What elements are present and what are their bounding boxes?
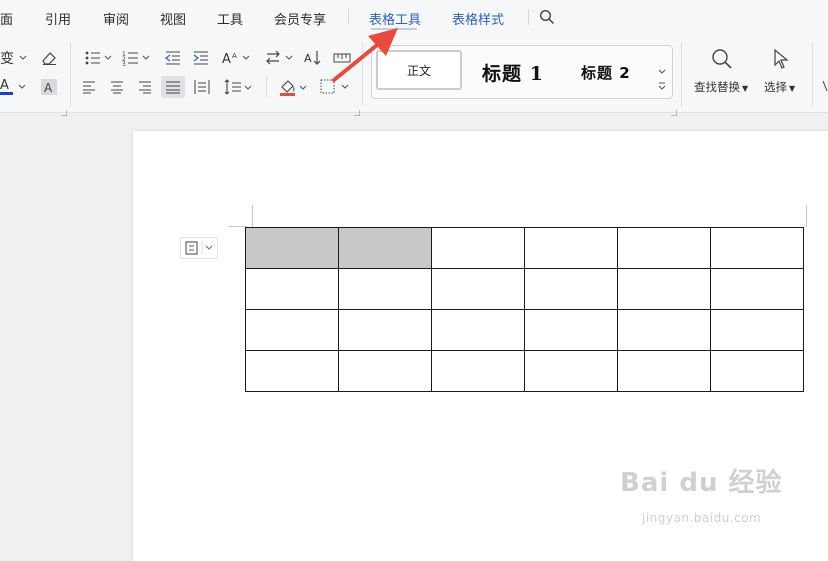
search-icon[interactable] — [539, 9, 555, 25]
table-cell[interactable] — [524, 350, 618, 392]
svg-text:3: 3 — [122, 61, 126, 66]
chevron-down-icon: ▼ — [789, 84, 796, 93]
table-cell[interactable] — [245, 268, 339, 310]
text-direction-icon[interactable] — [265, 49, 295, 67]
find-replace-icon[interactable] — [711, 48, 733, 70]
table-cell[interactable] — [524, 268, 618, 310]
tab-review[interactable]: 审阅 — [103, 9, 129, 28]
change-case-icon[interactable]: AA — [222, 49, 252, 67]
table-row — [245, 309, 804, 351]
margin-corner-mark — [252, 205, 253, 227]
align-right-icon[interactable] — [138, 80, 152, 94]
table-cell[interactable] — [338, 227, 432, 269]
table-cell[interactable] — [338, 350, 432, 392]
table-cell[interactable] — [245, 350, 339, 392]
shading-icon[interactable] — [279, 78, 309, 96]
ribbon-separator — [681, 42, 682, 106]
decrease-indent-icon[interactable] — [165, 50, 181, 66]
phonetic-guide-icon[interactable]: 变 — [0, 49, 28, 67]
table-cell[interactable] — [431, 227, 525, 269]
tab-tools[interactable]: 工具 — [217, 9, 243, 28]
increase-indent-icon[interactable] — [193, 50, 209, 66]
table-cell[interactable] — [617, 268, 711, 310]
table-cell[interactable] — [524, 227, 618, 269]
align-left-icon[interactable] — [82, 80, 96, 94]
svg-text:A: A — [44, 81, 53, 95]
table-cell[interactable] — [338, 309, 432, 351]
select-label: 选择 — [764, 80, 787, 94]
select-cursor-icon[interactable] — [771, 48, 793, 70]
bullet-list-icon[interactable] — [84, 50, 114, 66]
distributed-align-icon[interactable] — [194, 79, 210, 95]
styles-group-launcher-icon[interactable] — [671, 101, 678, 117]
ribbon-separator — [266, 76, 267, 98]
align-center-icon[interactable] — [110, 80, 124, 94]
ribbon-tab-bar: 面 引用 审阅 视图 工具 会员专享 表格工具 表格样式 — [0, 0, 828, 36]
table-row — [245, 268, 804, 310]
watermark-url: jingyan.baidu.com — [642, 511, 762, 525]
table-cell[interactable] — [617, 227, 711, 269]
table-cell[interactable] — [710, 227, 804, 269]
svg-text:A: A — [304, 52, 312, 65]
ribbon-separator — [70, 42, 71, 106]
table-cell[interactable] — [710, 309, 804, 351]
tab-view[interactable]: 视图 — [160, 9, 186, 28]
justify-icon — [166, 81, 180, 94]
table-cell[interactable] — [710, 350, 804, 392]
margin-corner-mark — [806, 205, 807, 227]
char-shading-icon[interactable]: A — [40, 78, 58, 96]
table-cell[interactable] — [431, 309, 525, 351]
tab-references[interactable]: 引用 — [45, 9, 71, 28]
overflow-tool-icon[interactable] — [822, 80, 828, 92]
table-row — [245, 350, 804, 392]
table-cell[interactable] — [431, 350, 525, 392]
style-heading-1[interactable]: 标题 1 — [482, 59, 544, 86]
table-cell[interactable] — [710, 268, 804, 310]
watermark-logo-text: Bai du 经验 — [620, 468, 783, 498]
table-cell[interactable] — [617, 309, 711, 351]
svg-text:A: A — [232, 52, 237, 60]
table-handle[interactable] — [180, 237, 218, 259]
annotation-arrow-icon — [332, 28, 398, 82]
baidu-watermark: Bai du 经验 jingyan.baidu.com — [620, 462, 783, 525]
document-table[interactable] — [245, 227, 804, 392]
style-heading-2[interactable]: 标题 2 — [581, 62, 631, 83]
justify-button[interactable] — [161, 76, 185, 98]
svg-text:A: A — [222, 52, 231, 67]
svg-text:变: 变 — [0, 51, 14, 67]
select-button[interactable]: 选择 ▼ — [764, 79, 795, 95]
tab-separator — [528, 9, 529, 25]
font-group-launcher-icon[interactable] — [61, 101, 68, 117]
table-row — [245, 227, 804, 269]
find-replace-label: 查找替换 — [694, 80, 740, 94]
find-replace-button[interactable]: 查找替换 ▼ — [694, 79, 748, 95]
table-cell[interactable] — [617, 350, 711, 392]
ribbon-separator — [812, 42, 813, 106]
table-cell[interactable] — [431, 268, 525, 310]
styles-gallery-scroll[interactable] — [657, 66, 667, 92]
eraser-icon[interactable] — [40, 50, 58, 66]
table-cell[interactable] — [524, 309, 618, 351]
line-spacing-icon[interactable] — [224, 78, 254, 96]
table-cell[interactable] — [338, 268, 432, 310]
table-cell[interactable] — [245, 227, 339, 269]
tab-page[interactable]: 面 — [0, 9, 13, 28]
tab-member[interactable]: 会员专享 — [274, 9, 326, 28]
numbered-list-icon[interactable]: 123 — [122, 50, 152, 66]
table-cell[interactable] — [245, 309, 339, 351]
font-color-icon[interactable]: A — [0, 77, 28, 95]
chevron-down-icon: ▼ — [742, 84, 749, 93]
paragraph-group-launcher-icon[interactable] — [354, 101, 361, 117]
tab-table-style[interactable]: 表格样式 — [452, 9, 504, 28]
svg-text:A: A — [0, 78, 9, 93]
